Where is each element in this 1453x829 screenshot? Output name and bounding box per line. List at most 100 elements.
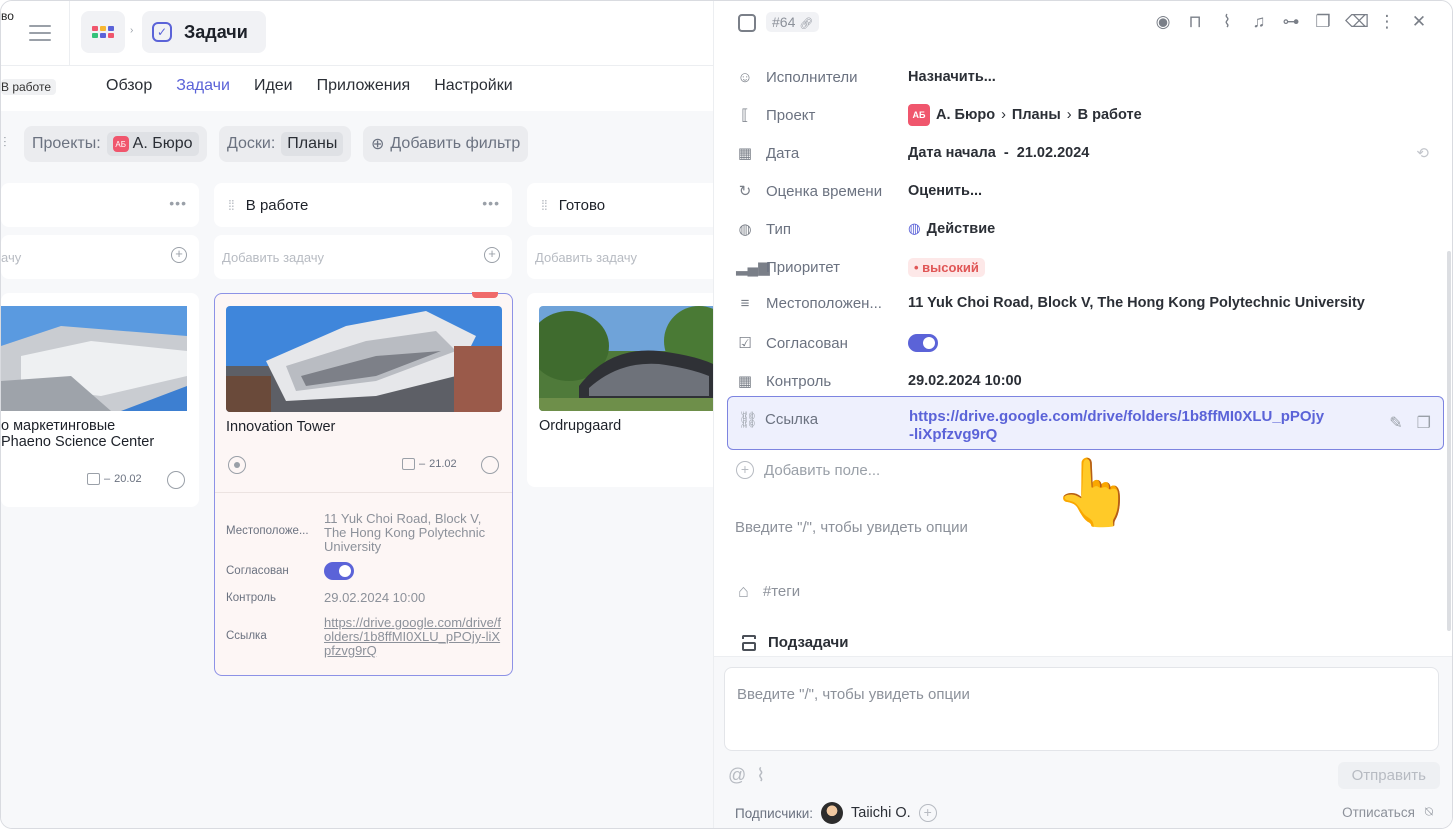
date-value[interactable]: Дата начала - 21.02.2024: [908, 145, 1089, 161]
row-assignees[interactable]: ☺ Исполнители Назначить...: [714, 59, 1452, 95]
tab-ideas[interactable]: Идеи: [254, 77, 293, 95]
project-path-item[interactable]: В работе: [1078, 107, 1142, 123]
complete-circle-icon[interactable]: [167, 471, 185, 489]
control-value[interactable]: 29.02.2024 10:00: [908, 373, 1022, 389]
plus-circle-icon: ⊕: [371, 136, 385, 153]
type-value[interactable]: ◍ Действие: [908, 221, 995, 237]
comment-input[interactable]: Введите "/", чтобы увидеть опции: [724, 667, 1439, 751]
column-header[interactable]: ⁞⁞ В работе •••: [214, 183, 512, 227]
assignee-avatar-icon[interactable]: [228, 456, 246, 474]
menu-icon[interactable]: [29, 25, 51, 41]
plus-circle-icon[interactable]: +: [918, 804, 937, 822]
row-location[interactable]: ≡ Местоположен... 11 Yuk Choi Road, Bloc…: [714, 285, 1452, 321]
add-task-input[interactable]: Добавить задачу +: [214, 235, 512, 279]
row-type[interactable]: ◍ Тип ◍ Действие: [714, 211, 1452, 247]
tags-input[interactable]: ⌂ #теги: [738, 581, 800, 602]
subscribers-label: Подписчики:: [735, 805, 814, 821]
repeat-icon[interactable]: ⟲: [1416, 144, 1429, 162]
plus-circle-icon[interactable]: +: [171, 247, 187, 263]
more-vertical-icon[interactable]: ⋮: [1377, 12, 1397, 32]
avatar[interactable]: [821, 802, 844, 824]
approved-toggle[interactable]: [908, 334, 938, 352]
edit-icon[interactable]: ✎: [1389, 413, 1402, 433]
more-icon[interactable]: •••: [482, 195, 500, 211]
tab-apps[interactable]: Приложения: [317, 77, 411, 95]
task-id[interactable]: #64 🔗︎: [766, 12, 820, 32]
subscriber-name[interactable]: Taiichi O.: [851, 805, 911, 821]
boards-filter[interactable]: Доски: Планы: [219, 126, 352, 162]
estimate-value[interactable]: Оценить...: [908, 183, 982, 199]
copy-icon[interactable]: ❐: [1417, 413, 1431, 433]
hierarchy-icon[interactable]: ⊶: [1281, 12, 1301, 32]
tab-tasks[interactable]: Задачи: [176, 77, 230, 95]
bell-icon[interactable]: ♫: [1249, 12, 1269, 32]
add-task-input[interactable]: ачу +: [1, 235, 199, 279]
task-card-selected[interactable]: Innovation Tower – 21.02 Местоположе... …: [214, 292, 513, 676]
row-link[interactable]: ⛓︎ Ссылка https://drive.google.com/drive…: [727, 396, 1444, 450]
filter-bar: ⫶ Проекты: АБ А. Бюро Доски: Планы ⊕ Доб…: [1, 111, 713, 171]
project-path[interactable]: АБ А. Бюро › Планы › В работе: [908, 104, 1142, 126]
task-panel-icon: [738, 14, 756, 32]
row-control[interactable]: ▦ Контроль 29.02.2024 10:00: [714, 363, 1452, 399]
send-button[interactable]: Отправить: [1337, 762, 1440, 789]
row-date[interactable]: ▦ Дата Дата начала - 21.02.2024 ⟲: [714, 135, 1452, 171]
drag-handle-icon[interactable]: ⁞⁞: [541, 197, 548, 213]
unsubscribe-button[interactable]: Отписаться ⍉: [1342, 804, 1433, 820]
lock-icon[interactable]: ⊓: [1185, 12, 1205, 32]
close-icon[interactable]: ✕: [1409, 12, 1429, 32]
add-task-input[interactable]: Добавить задачу: [527, 235, 713, 279]
filter-icon[interactable]: ⫶: [3, 134, 7, 151]
add-field-label: Добавить поле...: [764, 461, 881, 479]
link-icon: ⛓︎: [738, 412, 759, 429]
priority-badge[interactable]: • высокий: [908, 257, 985, 277]
description-editor[interactable]: Введите "/", чтобы увидеть опции: [735, 519, 968, 536]
complete-circle-icon[interactable]: [481, 456, 499, 474]
tab-overview[interactable]: Обзор: [106, 77, 152, 95]
link-value[interactable]: https://drive.google.com/drive/folders/1…: [909, 408, 1329, 444]
add-filter-button[interactable]: ⊕ Добавить фильтр: [363, 126, 529, 162]
paperclip-icon[interactable]: ⌇: [756, 765, 765, 786]
projects-filter-value: АБ А. Бюро: [106, 132, 199, 156]
tag-icon: ⌂: [738, 581, 749, 601]
row-estimate[interactable]: ↻ Оценка времени Оценить...: [714, 173, 1452, 209]
column-header[interactable]: ⁞⁞ Готово: [527, 183, 713, 227]
paperclip-icon[interactable]: ⌇: [1217, 12, 1237, 32]
row-label: Ссылка: [765, 411, 819, 428]
assignee-icon: ☺: [737, 68, 753, 86]
project-path-item[interactable]: Планы: [1012, 107, 1061, 123]
prop-link-value[interactable]: https://drive.google.com/drive/folders/1…: [324, 616, 502, 658]
apps-button[interactable]: [81, 11, 125, 53]
subtasks-section[interactable]: Подзадачи: [742, 634, 848, 651]
add-field-button[interactable]: + Добавить поле...: [736, 461, 880, 479]
row-priority[interactable]: ▂▄▆ Приоритет • высокий: [714, 249, 1452, 285]
task-card[interactable]: Ordrupgaard: [527, 293, 717, 487]
row-label: Согласован: [766, 334, 848, 352]
assignees-value[interactable]: Назначить...: [908, 69, 996, 85]
eye-icon[interactable]: ◉: [1153, 12, 1173, 32]
copy-icon[interactable]: ❐: [1313, 12, 1333, 32]
column-header[interactable]: •••: [1, 183, 199, 227]
more-icon[interactable]: •••: [169, 195, 187, 211]
trash-icon[interactable]: ⌫: [1345, 12, 1369, 32]
row-approved[interactable]: ☑ Согласован: [714, 325, 1452, 361]
apps-grid-icon: [92, 26, 114, 38]
scrollbar[interactable]: [1447, 251, 1451, 631]
card-image: [1, 306, 187, 411]
priority-tag: [472, 292, 498, 298]
bell-off-icon: ⍉: [1424, 804, 1433, 819]
location-value[interactable]: 11 Yuk Choi Road, Block V, The Hong Kong…: [908, 295, 1365, 311]
type-text: Действие: [926, 221, 996, 237]
row-project[interactable]: ⟦ Проект АБ А. Бюро › Планы › В работе: [714, 97, 1452, 133]
card-date-value: 21.02: [429, 458, 457, 470]
mention-icon[interactable]: @: [728, 765, 746, 786]
drag-handle-icon[interactable]: ⁞⁞: [228, 197, 235, 213]
projects-filter[interactable]: Проекты: АБ А. Бюро: [24, 126, 207, 162]
status-chip[interactable]: В работе: [1, 79, 57, 95]
task-card[interactable]: о маркетинговые Phaeno Science Center – …: [1, 293, 199, 507]
plus-circle-icon[interactable]: +: [484, 247, 500, 263]
tab-settings[interactable]: Настройки: [434, 77, 512, 95]
project-path-item[interactable]: А. Бюро: [936, 107, 995, 123]
tags-placeholder: #теги: [762, 583, 801, 600]
approved-toggle[interactable]: [324, 562, 354, 580]
tasks-section-button[interactable]: ✓ Задачи: [142, 11, 266, 53]
